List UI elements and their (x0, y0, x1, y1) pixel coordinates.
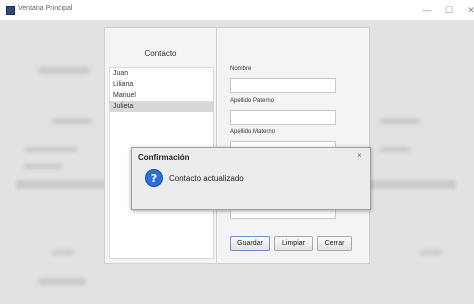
apellido-paterno-field[interactable] (230, 110, 336, 125)
dialog-close-button[interactable]: × (357, 151, 362, 160)
save-button[interactable]: Guardar (230, 236, 270, 251)
contact-list-panel: Contacto Juan Liliana Manuel Julieta (105, 28, 217, 263)
contact-heading: Contacto (144, 49, 177, 58)
list-item-manuel[interactable]: Manuel (110, 90, 213, 101)
list-item-liliana[interactable]: Liliana (110, 79, 213, 90)
list-item-julieta[interactable]: Julieta (110, 101, 213, 112)
close-window-button[interactable]: ✕ (462, 3, 474, 17)
app-icon (6, 6, 15, 15)
question-icon: ? (145, 169, 163, 187)
minimize-button[interactable]: — (418, 3, 436, 17)
list-item-juan[interactable]: Juan (110, 68, 213, 79)
window-title: Ventana Principal (18, 5, 73, 12)
background-blur (24, 164, 62, 169)
dialog-message: Contacto actualizado (169, 174, 244, 183)
contact-form-panel: Nombre Apellido Paterno Apellido Materno… (217, 28, 369, 263)
nombre-label: Nombre (230, 66, 252, 72)
clear-button[interactable]: Limpiar (274, 236, 313, 251)
apellido-materno-label: Apellido Materno (230, 129, 276, 135)
background-blur (380, 147, 410, 152)
background-blur (24, 147, 78, 152)
apellido-paterno-label: Apellido Paterno (230, 98, 275, 104)
nombre-field[interactable] (230, 78, 336, 93)
background-blur (38, 278, 86, 285)
background-blur (52, 118, 92, 124)
background-blur (420, 250, 442, 255)
confirmation-dialog: Confirmación × ? Contacto actualizado (131, 147, 371, 210)
background-blur (380, 118, 420, 124)
dialog-title: Confirmación (138, 153, 190, 162)
background-blur (52, 250, 74, 255)
background-blur (38, 67, 90, 74)
close-button[interactable]: Cerrar (317, 236, 352, 251)
contact-window: Contacto Juan Liliana Manuel Julieta Nom… (104, 27, 370, 264)
svg-text:?: ? (151, 172, 157, 185)
maximize-button[interactable]: ☐ (440, 3, 458, 17)
title-bar: Ventana Principal — ☐ ✕ (0, 0, 474, 20)
